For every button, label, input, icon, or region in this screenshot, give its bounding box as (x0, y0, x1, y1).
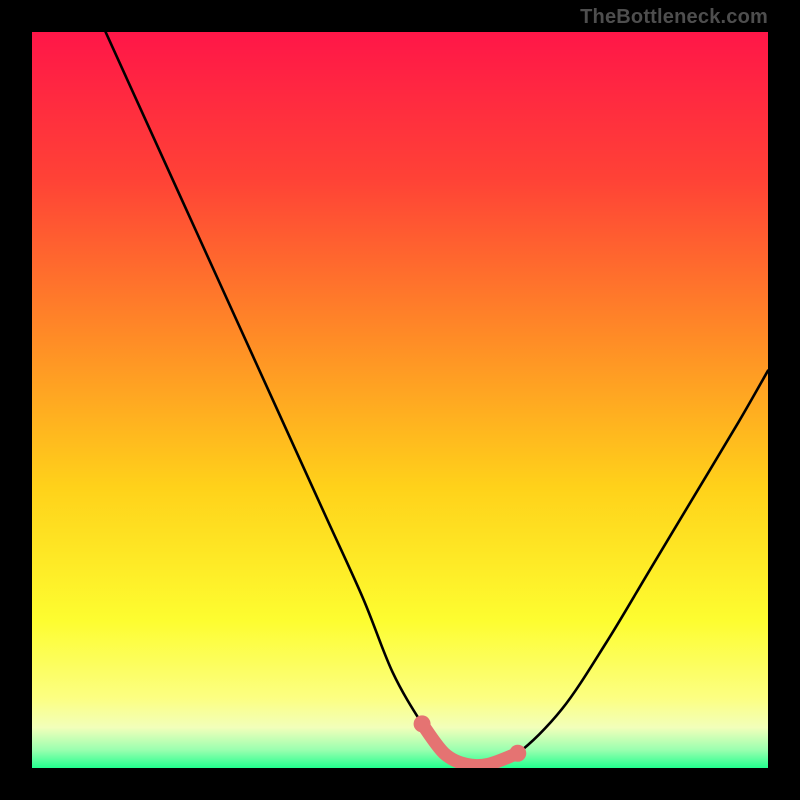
chart-svg (32, 32, 768, 768)
highlight-endpoint (509, 745, 526, 762)
chart-frame: TheBottleneck.com (0, 0, 800, 800)
chart-background (32, 32, 768, 768)
watermark-text: TheBottleneck.com (580, 6, 768, 29)
highlight-endpoint (414, 715, 431, 732)
chart-plot-area (32, 32, 768, 768)
